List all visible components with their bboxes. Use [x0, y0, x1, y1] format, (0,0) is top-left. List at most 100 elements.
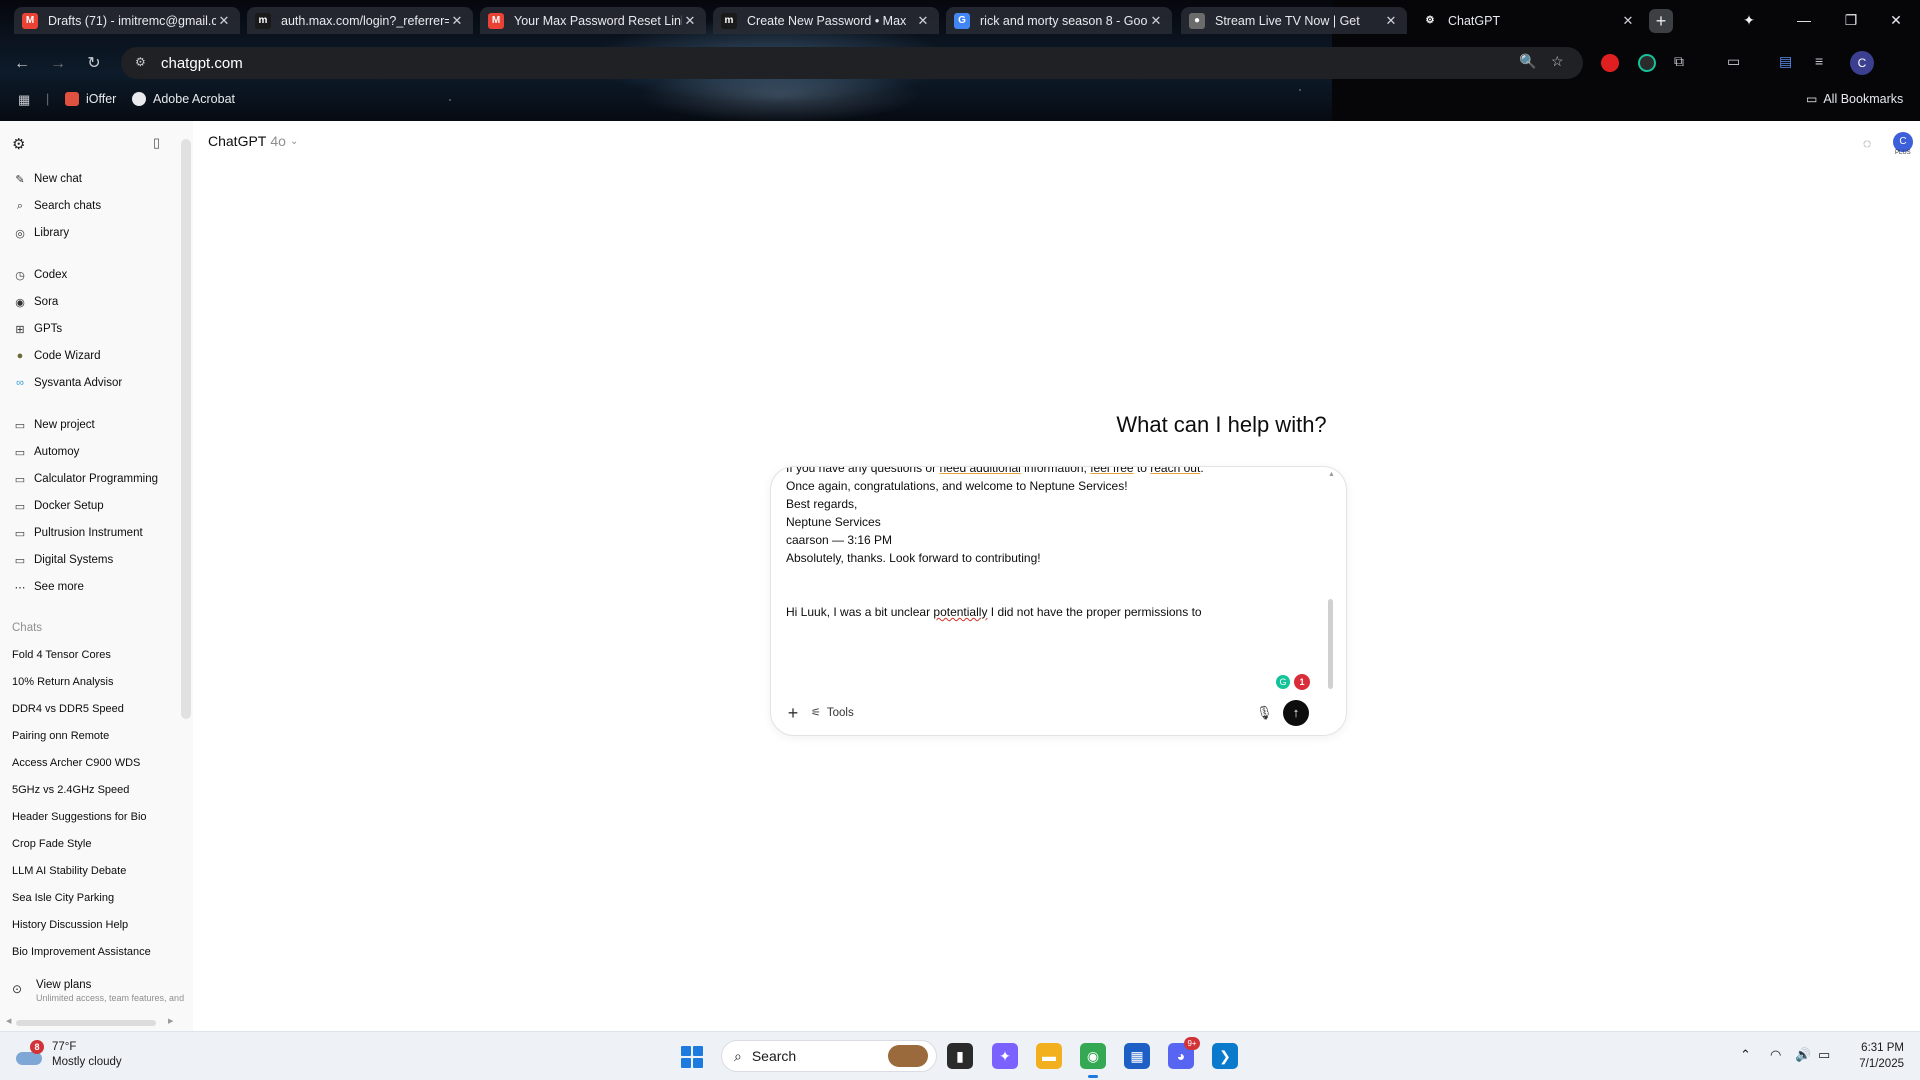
folder-taskbar-icon[interactable]: ▬: [1036, 1043, 1062, 1069]
battery-icon[interactable]: ▭: [1818, 1047, 1830, 1063]
extensions-icon[interactable]: ⧉: [1674, 53, 1684, 70]
chat-history-item[interactable]: Bio Improvement Assistance: [12, 946, 151, 958]
new-tab-button[interactable]: +: [1649, 9, 1673, 33]
copilot-taskbar-icon[interactable]: ✦: [992, 1043, 1018, 1069]
grammarly-widget[interactable]: G 1: [1276, 674, 1310, 690]
address-bar[interactable]: ⚙ chatgpt.com: [121, 47, 1583, 79]
close-sidebar-icon[interactable]: ▯: [153, 135, 160, 157]
sidebar-project-see-more[interactable]: ⋯ See more: [6, 575, 84, 599]
temporary-chat-icon[interactable]: ◌: [1857, 133, 1877, 153]
browser-tab[interactable]: Grick and morty season 8 - Goo ✕: [946, 7, 1172, 34]
sidebar-project-new-project[interactable]: ▭ New project: [6, 413, 95, 437]
sidebar-item-new-chat[interactable]: ✎ New chat: [6, 167, 82, 191]
close-tab-icon[interactable]: ✕: [915, 13, 931, 29]
chat-history-item[interactable]: Fold 4 Tensor Cores: [12, 649, 111, 661]
chrome-taskbar-icon[interactable]: ◉: [1080, 1043, 1106, 1078]
composer-scrollbar[interactable]: ▲: [1327, 467, 1335, 689]
apps-grid-icon[interactable]: ▦: [18, 92, 30, 108]
store-taskbar-icon[interactable]: ▦: [1124, 1043, 1150, 1069]
misspelled-word[interactable]: potentially: [933, 605, 987, 619]
profile-avatar[interactable]: C: [1850, 51, 1874, 75]
scroll-up-icon[interactable]: ▲: [1328, 471, 1335, 478]
file-explorer-taskbar-icon[interactable]: ▮: [947, 1043, 973, 1069]
gemini-icon[interactable]: ✦: [1734, 8, 1764, 32]
sidebar-item-search-chats[interactable]: ⌕ Search chats: [6, 194, 101, 218]
sidebar-project-pultrusion-instrument[interactable]: ▭ Pultrusion Instrument: [6, 521, 143, 545]
grammarly-extension-icon[interactable]: [1638, 54, 1656, 72]
bookmark-ioffer[interactable]: iOffer: [65, 92, 116, 106]
sidebar-horizontal-scrollbar[interactable]: ◀ ▶: [6, 1018, 180, 1026]
add-attachment-button[interactable]: +: [783, 703, 803, 723]
close-window-button[interactable]: ✕: [1881, 8, 1911, 32]
chat-history-item[interactable]: Access Archer C900 WDS: [12, 757, 140, 769]
grammar-suggestion[interactable]: need additional: [939, 467, 1020, 475]
sidebar-project-automoy[interactable]: ▭ Automoy: [6, 440, 80, 464]
site-info-icon[interactable]: ⚙: [135, 55, 151, 71]
chat-history-item[interactable]: 10% Return Analysis: [12, 676, 114, 688]
taskbar-search[interactable]: ⌕ Search: [721, 1040, 937, 1072]
all-bookmarks[interactable]: ▭ All Bookmarks: [1806, 92, 1903, 106]
close-tab-icon[interactable]: ✕: [1148, 13, 1164, 29]
extension-red-icon[interactable]: [1601, 54, 1619, 72]
sidebar-app-code-wizard[interactable]: ● Code Wizard: [6, 344, 101, 368]
send-button[interactable]: ↑: [1283, 700, 1309, 726]
close-tab-icon[interactable]: ✕: [1620, 13, 1636, 29]
bookmark-adobe-acrobat[interactable]: Adobe Acrobat: [132, 92, 235, 106]
discord-taskbar-icon[interactable]: ◕ 9+: [1168, 1037, 1200, 1069]
model-selector[interactable]: ChatGPT 4o ⌄: [208, 133, 298, 149]
browser-tab[interactable]: m Create New Password • Max ✕: [713, 7, 939, 34]
view-plans-button[interactable]: ⊙ View plans Unlimited access, team feat…: [12, 979, 184, 1003]
chat-history-item[interactable]: Crop Fade Style: [12, 838, 91, 850]
chat-history-item[interactable]: DDR4 vs DDR5 Speed: [12, 703, 124, 715]
volume-icon[interactable]: 🔊: [1795, 1047, 1811, 1063]
system-clock[interactable]: 6:31 PM 7/1/2025: [1840, 1040, 1904, 1072]
minimize-button[interactable]: —: [1789, 8, 1819, 32]
sidebar-project-digital-systems[interactable]: ▭ Digital Systems: [6, 548, 113, 572]
prompt-textarea[interactable]: If you have any questions or need additi…: [786, 467, 1306, 621]
tools-button[interactable]: ⚟ Tools: [811, 706, 854, 720]
sidebar-scrollbar[interactable]: [181, 139, 192, 719]
zoom-icon[interactable]: 🔍: [1519, 53, 1536, 70]
weather-widget[interactable]: 8 77°F Mostly cloudy: [16, 1040, 122, 1070]
chat-history-item[interactable]: Pairing onn Remote: [12, 730, 109, 742]
microphone-icon[interactable]: 🎙: [1256, 705, 1273, 723]
message-composer[interactable]: If you have any questions or need additi…: [770, 466, 1347, 736]
browser-tab[interactable]: ● Stream Live TV Now | Get ✕: [1181, 7, 1407, 34]
tab-search-icon[interactable]: ▭: [1727, 53, 1740, 70]
sidebar-item-library[interactable]: ◎ Library: [6, 221, 69, 245]
media-controls-icon[interactable]: ≡: [1815, 53, 1823, 69]
bookmark-star-icon[interactable]: ☆: [1551, 53, 1564, 70]
close-tab-icon[interactable]: ✕: [1383, 13, 1399, 29]
grammar-suggestion[interactable]: feel free: [1090, 467, 1133, 475]
chat-history-item[interactable]: Header Suggestions for Bio: [12, 811, 147, 823]
chat-history-item[interactable]: Sea Isle City Parking: [12, 892, 114, 904]
user-avatar[interactable]: C PLUS: [1893, 132, 1913, 156]
reload-button[interactable]: ↻: [82, 52, 106, 76]
browser-tab[interactable]: ⚙ ChatGPT ✕: [1414, 7, 1644, 34]
vscode-taskbar-icon[interactable]: ❯: [1212, 1043, 1238, 1069]
sidebar-project-calculator-programming[interactable]: ▭ Calculator Programming: [6, 467, 158, 491]
sidebar-project-docker-setup[interactable]: ▭ Docker Setup: [6, 494, 104, 518]
openai-logo-icon[interactable]: ⚙: [12, 135, 25, 157]
sidebar-app-sora[interactable]: ◉ Sora: [6, 290, 58, 314]
browser-tab[interactable]: m auth.max.com/login?_referrer= ✕: [247, 7, 473, 34]
chat-history-item[interactable]: LLM AI Stability Debate: [12, 865, 126, 877]
grammar-suggestion[interactable]: reach out: [1150, 467, 1200, 475]
sidebar-app-codex[interactable]: ◷ Codex: [6, 263, 67, 287]
back-button[interactable]: ←: [10, 52, 34, 76]
browser-tab[interactable]: M Your Max Password Reset Link ✕: [480, 7, 706, 34]
restore-button[interactable]: ❐: [1836, 8, 1866, 32]
show-hidden-icons[interactable]: ⌃: [1740, 1047, 1751, 1063]
forward-button[interactable]: →: [46, 52, 70, 76]
chat-history-item[interactable]: 5GHz vs 2.4GHz Speed: [12, 784, 129, 796]
close-tab-icon[interactable]: ✕: [682, 13, 698, 29]
sidebar-app-sysvanta-advisor[interactable]: ∞ Sysvanta Advisor: [6, 371, 122, 395]
chat-history-item[interactable]: History Discussion Help: [12, 919, 128, 931]
start-button[interactable]: [681, 1046, 703, 1068]
cast-icon[interactable]: ▤: [1779, 53, 1792, 70]
close-tab-icon[interactable]: ✕: [216, 13, 232, 29]
sidebar-app-gpts[interactable]: ⊞ GPTs: [6, 317, 62, 341]
wifi-icon[interactable]: ◠: [1770, 1047, 1781, 1063]
close-tab-icon[interactable]: ✕: [449, 13, 465, 29]
browser-tab[interactable]: M Drafts (71) - imitremc@gmail.c ✕: [14, 7, 240, 34]
